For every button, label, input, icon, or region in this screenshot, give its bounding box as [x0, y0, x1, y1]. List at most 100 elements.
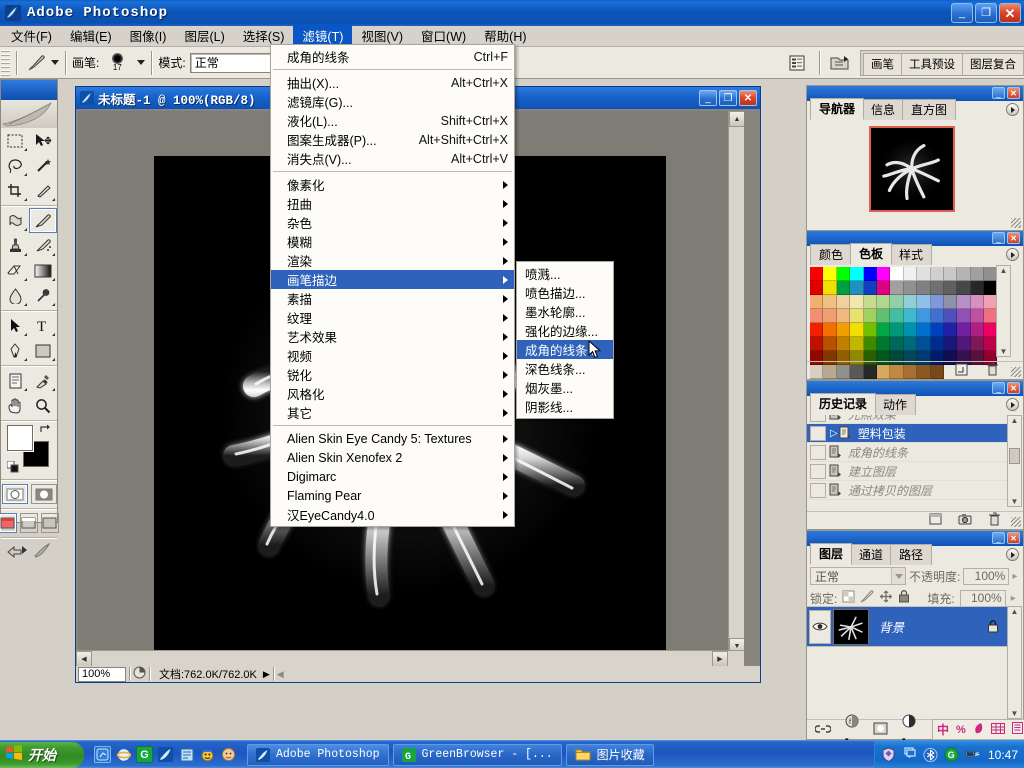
eraser-tool[interactable] — [1, 258, 29, 283]
filter-menu-item[interactable]: Alien Skin Xenofex 2 — [271, 448, 514, 467]
full-screen-mode-button[interactable] — [41, 513, 59, 533]
zoom-tool[interactable] — [29, 393, 57, 418]
navigator-resize-grip[interactable] — [1011, 218, 1021, 228]
color-swatch[interactable] — [957, 323, 971, 337]
swatches-tab-0[interactable]: 颜色 — [810, 244, 853, 265]
filter-menu-item[interactable]: Alien Skin Eye Candy 5: Textures — [271, 429, 514, 448]
history-brush-tool[interactable] — [29, 233, 57, 258]
history-state-row[interactable]: 通过拷贝的图层 — [807, 481, 1007, 500]
toolbox-titlebar[interactable] — [1, 80, 57, 100]
color-swatch[interactable] — [850, 295, 864, 309]
history-menu-icon[interactable] — [1006, 398, 1019, 411]
color-swatch[interactable] — [890, 309, 904, 323]
canvas-vertical-scrollbar[interactable]: ▲ ▼ — [728, 111, 744, 654]
color-swatch[interactable] — [810, 295, 824, 309]
color-swatch[interactable] — [917, 337, 931, 351]
color-swatch[interactable] — [970, 295, 985, 309]
color-swatch[interactable] — [836, 337, 851, 351]
filter-menu-item[interactable]: 画笔描边 — [271, 270, 514, 289]
swatches-tab-2[interactable]: 样式 — [890, 244, 933, 265]
rectangle-shape-tool[interactable] — [29, 338, 57, 363]
filter-menu-item[interactable]: 消失点(V)... Alt+Ctrl+V — [271, 149, 514, 168]
history-brush-source-box[interactable] — [810, 444, 826, 460]
zoom-level-input[interactable]: 100% — [78, 666, 126, 682]
canvas-horizontal-scrollbar[interactable]: ◀ ▶ — [76, 650, 744, 667]
history-minimize-button[interactable]: _ — [992, 382, 1005, 394]
palette-well-tab-0[interactable]: 画笔 — [863, 52, 902, 75]
delete-state-icon[interactable] — [988, 512, 1001, 529]
opacity-input[interactable]: 100% — [963, 567, 1010, 585]
color-swatch[interactable] — [943, 295, 958, 309]
fill-input[interactable]: 100% — [959, 589, 1006, 607]
color-swatch[interactable] — [917, 309, 931, 323]
list-icon[interactable] — [1011, 722, 1023, 737]
crescent-icon[interactable] — [973, 722, 984, 738]
swatches-close-button[interactable]: ✕ — [1007, 232, 1020, 244]
color-swatch[interactable] — [876, 337, 891, 351]
pen-tool[interactable] — [1, 338, 29, 363]
standard-screen-mode-button[interactable] — [0, 513, 17, 533]
filter-menu-item[interactable]: 其它 — [271, 403, 514, 422]
brush-strokes-menu-item[interactable]: 强化的边缘... — [517, 321, 613, 340]
navigator-thumbnail[interactable] — [869, 126, 955, 212]
close-button[interactable]: ✕ — [999, 3, 1021, 23]
history-scroll-thumb[interactable] — [1009, 448, 1020, 464]
color-swatch[interactable] — [823, 309, 837, 323]
status-menu-arrow-icon[interactable]: ▶ — [263, 669, 270, 680]
filter-menu-item[interactable]: 视频 — [271, 346, 514, 365]
color-swatch[interactable] — [890, 323, 904, 337]
layers-menu-icon[interactable] — [1006, 548, 1019, 561]
color-swatch[interactable] — [863, 309, 877, 323]
color-swatch[interactable] — [903, 295, 918, 309]
navigator-tab-2[interactable]: 直方图 — [902, 99, 957, 120]
color-swatch[interactable] — [903, 323, 918, 337]
slice-tool[interactable] — [29, 178, 57, 203]
brush-strokes-menu-item[interactable]: 喷溅... — [517, 264, 613, 283]
crop-tool[interactable] — [1, 178, 29, 203]
brush-tool[interactable] — [29, 208, 57, 233]
color-swatch[interactable] — [823, 281, 837, 295]
user-icon[interactable] — [220, 746, 237, 763]
color-swatch[interactable] — [810, 337, 824, 351]
show-desktop-icon[interactable] — [94, 746, 111, 763]
color-swatch[interactable] — [957, 295, 971, 309]
document-close-button[interactable]: ✕ — [739, 90, 757, 106]
history-state-row[interactable]: 成角的线条 — [807, 443, 1007, 462]
history-state-row[interactable]: ▷ 塑料包装 — [807, 424, 1007, 443]
color-swatch[interactable] — [930, 337, 944, 351]
percent-icon[interactable]: % — [956, 724, 966, 736]
gradient-tool[interactable] — [29, 258, 57, 283]
menubar-item-0[interactable]: 文件(F) — [2, 24, 61, 48]
filter-menu-item[interactable]: 扭曲 — [271, 194, 514, 213]
history-list[interactable]: 光照效果 ▷ 塑料包装成角的线条建立图层通过拷贝的图层 — [807, 415, 1007, 507]
layers-tab-2[interactable]: 路径 — [890, 544, 933, 565]
history-scroll-down-icon[interactable]: ▼ — [1008, 497, 1021, 506]
color-swatch[interactable] — [850, 309, 864, 323]
color-swatch[interactable] — [930, 281, 944, 295]
filter-menu-item[interactable]: 滤镜库(G)... — [271, 92, 514, 111]
color-swatch[interactable] — [836, 281, 851, 295]
filter-menu-item[interactable]: 像素化 — [271, 175, 514, 194]
brush-strokes-menu-item[interactable]: 成角的线条... — [517, 340, 613, 359]
navigator-minimize-button[interactable]: _ — [992, 87, 1005, 99]
filter-menu-item[interactable]: 成角的线条 Ctrl+F — [271, 47, 514, 66]
filter-menu-item[interactable]: 纹理 — [271, 308, 514, 327]
imageready-logo-icon[interactable] — [33, 542, 51, 561]
scroll-right-button[interactable]: ▶ — [712, 651, 728, 667]
color-swatch[interactable] — [836, 323, 851, 337]
layer-visibility-eye-icon[interactable] — [809, 609, 831, 644]
taskbar-clock[interactable]: 10:47 — [988, 748, 1018, 762]
navigator-tab-1[interactable]: 信息 — [862, 99, 905, 120]
color-swatch[interactable] — [943, 337, 958, 351]
navigator-menu-icon[interactable] — [1006, 103, 1019, 116]
layer-row[interactable]: 背景 — [807, 607, 1007, 647]
tray-network-icon[interactable] — [965, 747, 980, 762]
current-tool-icon[interactable] — [23, 51, 51, 75]
history-tab-0[interactable]: 历史记录 — [810, 393, 877, 415]
history-state-row[interactable]: 建立图层 — [807, 462, 1007, 481]
history-brush-source-box[interactable] — [810, 425, 826, 441]
color-swatch[interactable] — [943, 281, 958, 295]
color-swatch[interactable] — [917, 323, 931, 337]
eyedropper-tool[interactable] — [29, 368, 57, 393]
color-swatch[interactable] — [876, 267, 891, 281]
